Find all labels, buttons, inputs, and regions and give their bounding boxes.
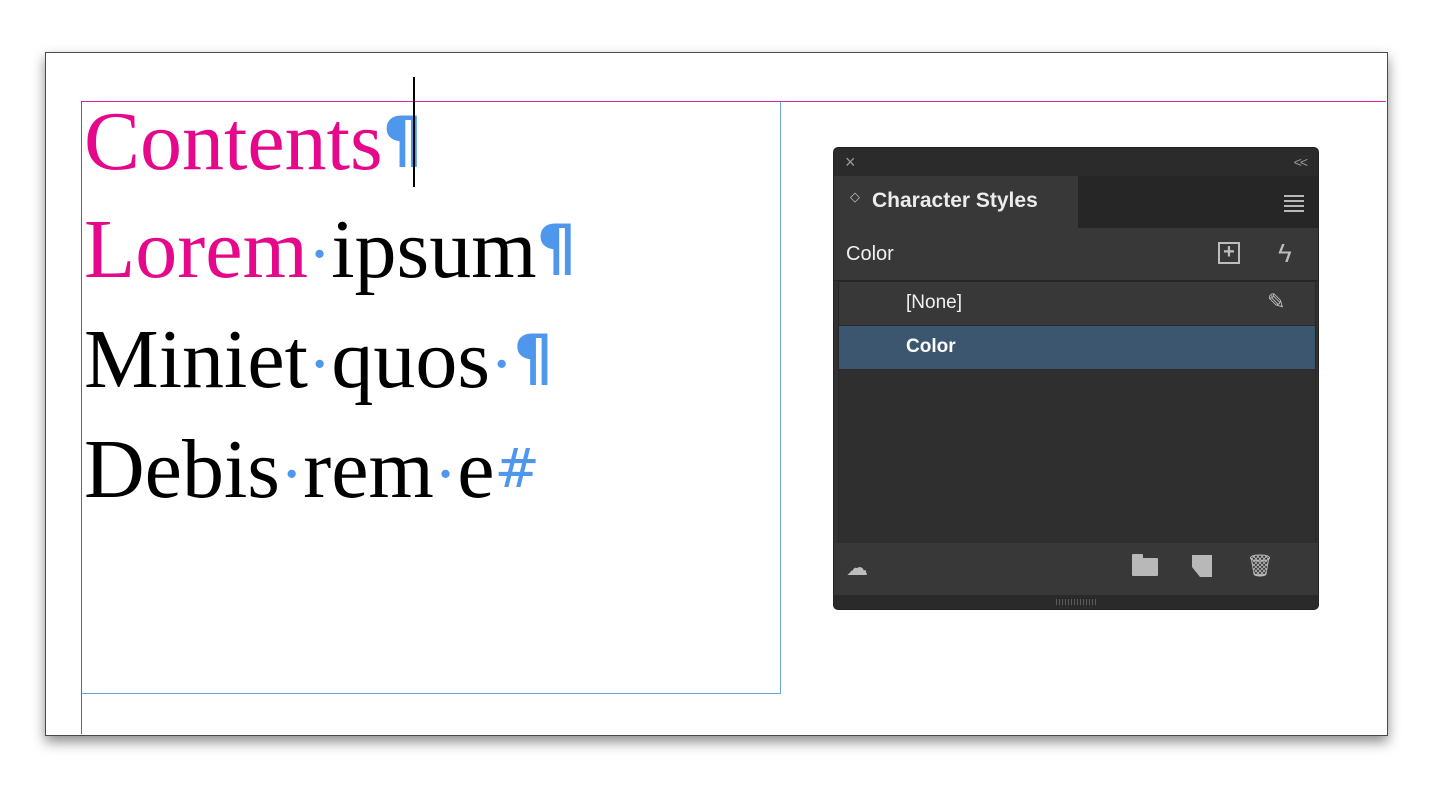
text-run: ipsum xyxy=(331,203,537,296)
current-style-label: Color xyxy=(846,243,894,265)
list-item-color[interactable]: Color xyxy=(839,326,1315,370)
space-mark: · xyxy=(279,436,304,513)
panel-tab-bar: ◇ Character Styles xyxy=(834,176,1318,228)
character-styles-panel: × << ◇ Character Styles Color + ϟ [None]… xyxy=(834,148,1318,609)
text-line-3[interactable]: Miniet·quos·¶ xyxy=(84,318,553,402)
panel-menu-icon[interactable] xyxy=(1284,195,1304,215)
close-icon[interactable]: × xyxy=(845,152,856,172)
create-style-group-icon[interactable]: + xyxy=(1218,242,1240,264)
text-run: Lorem xyxy=(84,203,308,296)
style-label: [None] xyxy=(906,292,962,313)
tab-character-styles[interactable]: ◇ Character Styles xyxy=(834,176,1078,228)
panel-resize-handle[interactable] xyxy=(834,595,1318,609)
text-line-2[interactable]: Lorem·ipsum¶ xyxy=(84,208,576,292)
text-run: rem xyxy=(303,423,434,516)
grip-icon xyxy=(1056,599,1096,605)
clear-override-icon[interactable]: ✎ xyxy=(1267,290,1285,314)
text-run: Debis xyxy=(84,423,280,516)
pilcrow-mark: ¶ xyxy=(536,211,577,284)
panel-title-bar[interactable]: × << xyxy=(834,148,1318,176)
current-style-row: Color + ϟ xyxy=(834,228,1318,281)
new-style-icon[interactable] xyxy=(1192,555,1212,577)
space-mark: · xyxy=(490,326,514,403)
new-group-folder-icon[interactable] xyxy=(1132,554,1158,576)
space-mark: · xyxy=(307,216,332,293)
style-label: Color xyxy=(906,336,956,357)
list-item-none[interactable]: [None] ✎ xyxy=(839,282,1315,326)
text-line-1[interactable]: Contents¶ xyxy=(84,100,422,184)
tab-label: Character Styles xyxy=(872,189,1038,212)
text-run: quos xyxy=(331,313,491,406)
text-run: Miniet xyxy=(84,313,308,406)
end-of-story-mark: # xyxy=(494,437,540,500)
tab-expand-icon: ◇ xyxy=(850,189,860,204)
quick-apply-icon[interactable]: ϟ xyxy=(1278,238,1292,268)
styles-list: [None] ✎ Color xyxy=(838,281,1316,545)
space-mark: · xyxy=(433,436,458,513)
pilcrow-mark: ¶ xyxy=(382,103,423,176)
cc-library-icon[interactable]: ☁ xyxy=(846,555,868,581)
trash-icon[interactable]: 🗑 xyxy=(1246,554,1274,578)
collapse-icon[interactable]: << xyxy=(1294,152,1308,172)
text-run: e xyxy=(457,423,495,516)
text-line-4[interactable]: Debis·rem·e# xyxy=(84,428,540,512)
space-mark: · xyxy=(308,326,332,403)
pilcrow-mark: ¶ xyxy=(513,321,553,394)
panel-bottom-bar: ☁ 🗑 xyxy=(834,543,1318,595)
text-cursor xyxy=(413,77,415,187)
text-run: Contents xyxy=(84,95,383,188)
